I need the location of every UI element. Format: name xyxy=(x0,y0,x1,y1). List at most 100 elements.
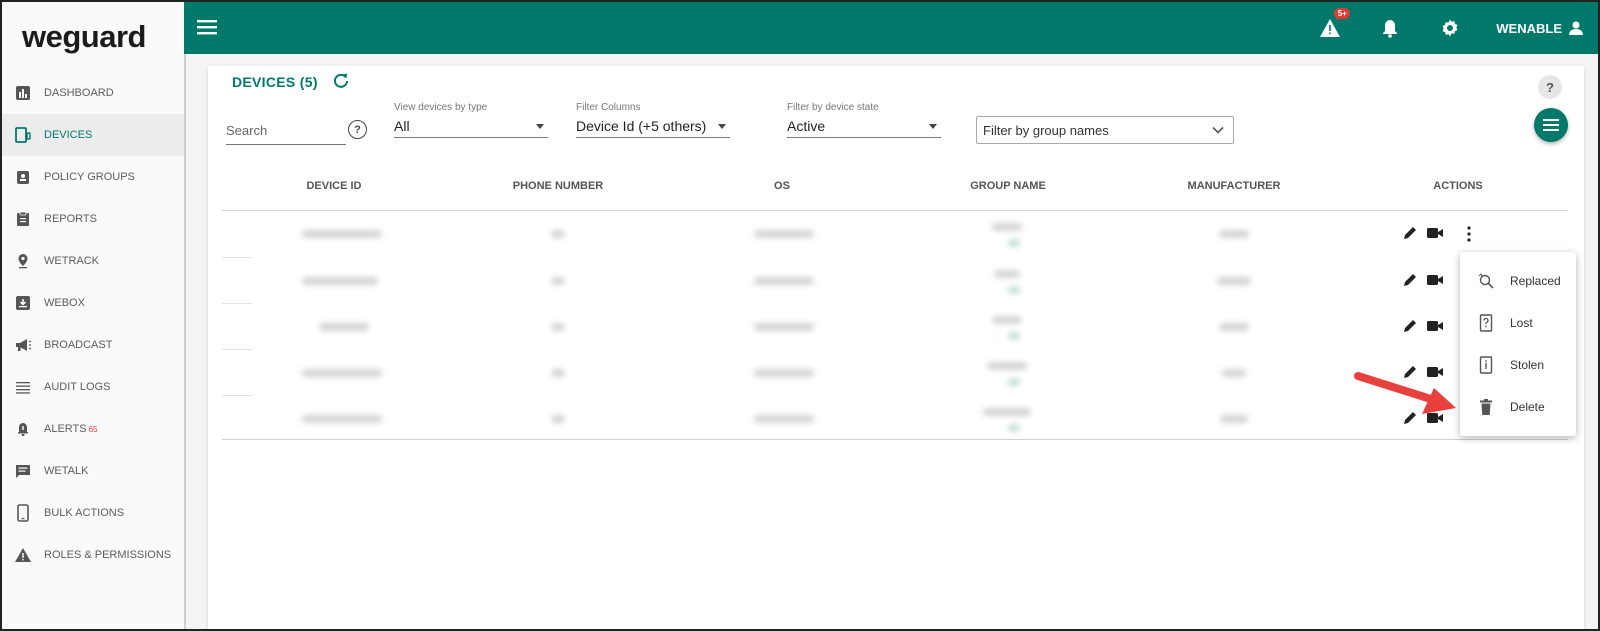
alert-count-badge: 5+ xyxy=(1334,8,1351,19)
chevron-down-icon xyxy=(1212,126,1224,134)
badge-icon xyxy=(14,168,32,186)
table-header: DEVICE ID PHONE NUMBER OS GROUP NAME MAN… xyxy=(222,174,1568,211)
sidebar-item-label: ALERTS xyxy=(44,423,87,435)
redacted-cell xyxy=(1220,415,1248,423)
video-camera-icon[interactable] xyxy=(1426,318,1444,336)
sidebar-item-label: REPORTS xyxy=(44,213,97,225)
table-row[interactable] xyxy=(222,211,1568,257)
sidebar-item-wetrack[interactable]: WETRACK xyxy=(2,240,184,282)
sidebar-item-label: WETRACK xyxy=(44,255,99,267)
redacted-cell xyxy=(1008,332,1020,340)
search-help-icon[interactable]: ? xyxy=(348,120,367,139)
menu-item-label: Replaced xyxy=(1510,274,1561,288)
redacted-cell xyxy=(754,277,814,285)
list-icon xyxy=(14,378,32,396)
edit-icon[interactable] xyxy=(1402,318,1420,336)
alarm-icon xyxy=(14,420,32,438)
column-header-device-id[interactable]: DEVICE ID xyxy=(306,180,361,192)
redacted-cell xyxy=(1008,378,1020,386)
device-type-label: View devices by type xyxy=(394,102,488,113)
device-state-label: Filter by device state xyxy=(787,102,879,113)
clipboard-icon xyxy=(14,210,32,228)
sidebar-item-wetalk[interactable]: WETALK xyxy=(2,450,184,492)
device-actions-menu: Replaced Lost Stolen Delete xyxy=(1460,252,1576,436)
group-name-filter[interactable]: Filter by group names xyxy=(976,116,1234,144)
list-menu-button[interactable] xyxy=(1534,108,1568,142)
replaced-search-icon xyxy=(1476,271,1496,291)
column-header-phone-number[interactable]: PHONE NUMBER xyxy=(513,180,603,192)
trash-icon xyxy=(1476,397,1496,417)
redacted-cell xyxy=(302,415,382,423)
menu-item-lost[interactable]: Lost xyxy=(1460,302,1576,344)
video-camera-icon[interactable] xyxy=(1426,272,1444,290)
sidebar-item-label: WETALK xyxy=(44,465,89,477)
redacted-cell xyxy=(302,369,382,377)
sidebar-item-label: AUDIT LOGS xyxy=(44,381,111,393)
sidebar-item-alerts[interactable]: ALERTS 65 xyxy=(2,408,184,450)
stolen-device-icon xyxy=(1476,355,1496,375)
search-field xyxy=(226,119,346,145)
sidebar-item-devices[interactable]: DEVICES xyxy=(2,114,184,156)
redacted-cell xyxy=(992,223,1022,231)
sidebar: weguard DASHBOARD DEVICES POLICY GROUPS … xyxy=(2,2,186,629)
table-row[interactable] xyxy=(222,258,1568,304)
sidebar-item-webox[interactable]: WEBOX xyxy=(2,282,184,324)
redacted-cell xyxy=(994,270,1020,278)
search-input[interactable] xyxy=(226,119,336,142)
column-header-group-name[interactable]: GROUP NAME xyxy=(970,180,1046,192)
redacted-cell xyxy=(754,369,814,377)
menu-icon xyxy=(1543,119,1559,131)
megaphone-icon xyxy=(14,336,32,354)
redacted-cell xyxy=(319,323,369,331)
sidebar-item-dashboard[interactable]: DASHBOARD xyxy=(2,72,184,114)
device-count: (5) xyxy=(299,74,318,90)
bell-icon xyxy=(1383,20,1398,38)
annotation-arrow-icon xyxy=(1354,372,1456,414)
redacted-cell xyxy=(302,230,382,238)
chat-icon xyxy=(14,462,32,480)
sidebar-item-broadcast[interactable]: BROADCAST xyxy=(2,324,184,366)
notifications-button[interactable] xyxy=(1378,16,1402,40)
phone-icon xyxy=(14,504,32,522)
device-state-select[interactable]: Filter by device state Active xyxy=(787,102,941,138)
column-header-os[interactable]: OS xyxy=(774,180,790,192)
edit-icon[interactable] xyxy=(1402,272,1420,290)
menu-item-delete[interactable]: Delete xyxy=(1460,386,1576,428)
settings-button[interactable] xyxy=(1438,16,1462,40)
device-type-select[interactable]: View devices by type All xyxy=(394,102,548,138)
alert-warning-button[interactable]: 5+ xyxy=(1318,8,1351,40)
redacted-cell xyxy=(1219,323,1249,331)
inbox-download-icon xyxy=(14,294,32,312)
menu-item-stolen[interactable]: Stolen xyxy=(1460,344,1576,386)
lost-device-icon xyxy=(1476,313,1496,333)
menu-item-replaced[interactable]: Replaced xyxy=(1460,260,1576,302)
redacted-cell xyxy=(551,415,565,423)
sidebar-item-reports[interactable]: REPORTS xyxy=(2,198,184,240)
redacted-cell xyxy=(1217,277,1251,285)
filter-columns-select[interactable]: Filter Columns Device Id (+5 others) xyxy=(576,102,730,138)
dropdown-arrow-icon xyxy=(929,124,937,129)
menu-item-label: Delete xyxy=(1510,400,1545,414)
sidebar-item-audit-logs[interactable]: AUDIT LOGS xyxy=(2,366,184,408)
more-options-icon[interactable] xyxy=(1460,225,1478,243)
user-menu[interactable]: WENABLE xyxy=(1496,20,1584,36)
table-bottom-border xyxy=(222,439,1568,440)
edit-icon[interactable] xyxy=(1402,225,1420,243)
sidebar-item-label: ROLES & PERMISSIONS xyxy=(44,549,172,561)
sidebar-item-roles-permissions[interactable]: ROLES & PERMISSIONS xyxy=(2,534,184,576)
redacted-cell xyxy=(551,230,565,238)
redacted-cell xyxy=(302,277,378,285)
hamburger-menu-icon[interactable] xyxy=(196,16,220,40)
help-button[interactable]: ? xyxy=(1538,75,1562,99)
sidebar-item-policy-groups[interactable]: POLICY GROUPS xyxy=(2,156,184,198)
video-camera-icon[interactable] xyxy=(1426,225,1444,243)
page-title: DEVICES (5) xyxy=(232,74,318,90)
refresh-icon[interactable] xyxy=(332,72,350,90)
table-row[interactable] xyxy=(222,304,1568,350)
sidebar-item-bulk-actions[interactable]: BULK ACTIONS xyxy=(2,492,184,534)
column-header-manufacturer[interactable]: MANUFACTURER xyxy=(1188,180,1281,192)
user-name: WENABLE xyxy=(1496,20,1562,36)
sidebar-item-label: DEVICES xyxy=(44,129,93,141)
sidebar-item-label: DASHBOARD xyxy=(44,87,114,99)
redacted-cell xyxy=(754,323,814,331)
